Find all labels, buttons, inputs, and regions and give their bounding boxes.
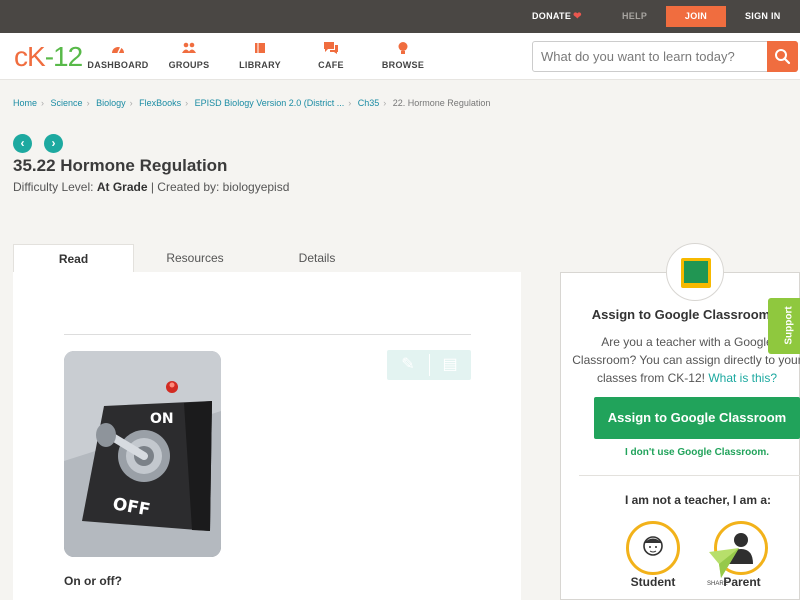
gc-text-line-3: classes from CK-12! What is this? bbox=[567, 369, 800, 387]
google-classroom-badge bbox=[666, 243, 724, 301]
classroom-board-shape bbox=[684, 261, 708, 283]
help-link[interactable]: HELP bbox=[622, 0, 647, 33]
nav-browse[interactable]: BROWSE bbox=[380, 33, 426, 80]
ck12-logo[interactable]: cK-12 bbox=[14, 41, 83, 73]
breadcrumb-biology[interactable]: Biology bbox=[96, 98, 126, 108]
nav-browse-label: BROWSE bbox=[381, 60, 425, 70]
read-content: ✎ ▤ ON OFF On or off? bbox=[13, 272, 521, 600]
logo-dash: - bbox=[44, 41, 54, 72]
library-icon bbox=[255, 43, 265, 53]
logo-ck: cK bbox=[14, 41, 46, 72]
google-classroom-icon bbox=[681, 258, 711, 288]
breadcrumb-book[interactable]: EPISD Biology Version 2.0 (District ... bbox=[195, 98, 345, 108]
groups-icon bbox=[182, 42, 196, 53]
nav-library-label: LIBRARY bbox=[239, 60, 281, 70]
nav-groups-label: GROUPS bbox=[168, 60, 210, 70]
search-input[interactable] bbox=[541, 42, 761, 71]
nav-library[interactable]: LIBRARY bbox=[236, 33, 284, 80]
what-is-this-link[interactable]: What is this? bbox=[708, 371, 777, 385]
pencil-icon[interactable]: ✎ bbox=[387, 350, 429, 380]
chevron-right-icon: › bbox=[51, 136, 56, 150]
chevron-right-icon: › bbox=[185, 98, 189, 108]
assign-google-classroom-button[interactable]: Assign to Google Classroom bbox=[594, 397, 800, 439]
search-icon bbox=[775, 49, 791, 65]
nav-cafe-label: CAFE bbox=[318, 60, 344, 70]
created-by: | Created by: biologyepisd bbox=[150, 180, 290, 194]
search-button[interactable] bbox=[767, 41, 798, 72]
toggle-switch-image: ON OFF bbox=[64, 351, 221, 557]
divider bbox=[64, 334, 471, 335]
gc-text-line-1: Are you a teacher with a Google bbox=[601, 335, 773, 349]
breadcrumb-science[interactable]: Science bbox=[51, 98, 83, 108]
not-teacher-heading: I am not a teacher, I am a: bbox=[624, 493, 772, 507]
chevron-right-icon: › bbox=[86, 98, 90, 108]
gc-description: Are you a teacher with a Google Classroo… bbox=[567, 333, 800, 387]
heart-icon: ❤ bbox=[573, 11, 582, 22]
dont-use-google-classroom-link[interactable]: I don't use Google Classroom. bbox=[561, 447, 800, 458]
tab-read[interactable]: Read bbox=[13, 244, 134, 273]
page-meta: Difficulty Level: At Grade | Created by:… bbox=[13, 180, 289, 194]
top-bar: DONATE ❤ HELP JOIN SIGN IN bbox=[0, 0, 800, 33]
nav-groups[interactable]: GROUPS bbox=[163, 33, 215, 80]
gc-title: Assign to Google Classroom bbox=[591, 307, 771, 322]
difficulty-label: Difficulty Level: bbox=[13, 180, 94, 194]
student-label: Student bbox=[630, 575, 676, 589]
student-role-button[interactable] bbox=[626, 521, 680, 575]
share-label: SHARE bbox=[707, 581, 728, 587]
google-classroom-panel: Assign to Google Classroom Are you a tea… bbox=[560, 272, 800, 600]
sign-in-link[interactable]: SIGN IN bbox=[745, 0, 781, 33]
nav-cafe[interactable]: CAFE bbox=[314, 33, 348, 80]
breadcrumb-home[interactable]: Home bbox=[13, 98, 37, 108]
breadcrumb: Home › Science › Biology › FlexBooks › EPISD… bbox=[13, 98, 494, 108]
photo-caption: On or off? bbox=[64, 574, 122, 588]
breadcrumb-current: 22. Hormone Regulation bbox=[392, 98, 491, 108]
chevron-left-icon: ‹ bbox=[20, 136, 25, 150]
previous-button[interactable]: ‹ bbox=[13, 134, 32, 153]
join-button[interactable]: JOIN bbox=[666, 6, 726, 27]
donate-label: DONATE bbox=[532, 11, 572, 21]
nav-dashboard[interactable]: DASHBOARD bbox=[86, 33, 150, 80]
chevron-right-icon: › bbox=[348, 98, 352, 108]
main-header: cK-12 DASHBOARD GROUPS LIBRARY CAFE BROW… bbox=[0, 33, 800, 80]
chevron-right-icon: › bbox=[383, 98, 387, 108]
support-label: Support bbox=[783, 306, 795, 345]
dashboard-icon bbox=[112, 46, 124, 54]
chevron-right-icon: › bbox=[129, 98, 133, 108]
logo-num: 12 bbox=[53, 41, 83, 72]
share-paper-plane-icon[interactable] bbox=[707, 546, 741, 580]
gc-text-line-3-text: classes from CK-12! bbox=[596, 371, 705, 385]
search-bar bbox=[532, 41, 798, 72]
switch-on-label: ON bbox=[150, 411, 174, 427]
nav-dashboard-label: DASHBOARD bbox=[87, 60, 149, 70]
chevron-right-icon: › bbox=[41, 98, 45, 108]
browse-icon bbox=[398, 42, 408, 54]
edit-toolbar: ✎ ▤ bbox=[387, 350, 471, 380]
student-icon bbox=[643, 536, 663, 556]
support-tab[interactable]: Support bbox=[768, 298, 800, 354]
breadcrumb-chapter[interactable]: Ch35 bbox=[358, 98, 380, 108]
switch-photo: ON OFF bbox=[64, 351, 221, 557]
breadcrumb-flexbooks[interactable]: FlexBooks bbox=[139, 98, 181, 108]
notes-icon[interactable]: ▤ bbox=[429, 350, 471, 380]
tab-details[interactable]: Details bbox=[256, 244, 378, 273]
cafe-icon bbox=[324, 42, 338, 54]
gc-divider bbox=[579, 475, 800, 476]
tab-resources[interactable]: Resources bbox=[134, 244, 256, 273]
gc-text-line-2: Classroom? You can assign directly to yo… bbox=[572, 353, 800, 367]
difficulty-value: At Grade bbox=[96, 180, 148, 194]
next-button[interactable]: › bbox=[44, 134, 63, 153]
donate-link[interactable]: DONATE ❤ bbox=[532, 0, 582, 33]
page-title: 35.22 Hormone Regulation bbox=[13, 156, 228, 175]
